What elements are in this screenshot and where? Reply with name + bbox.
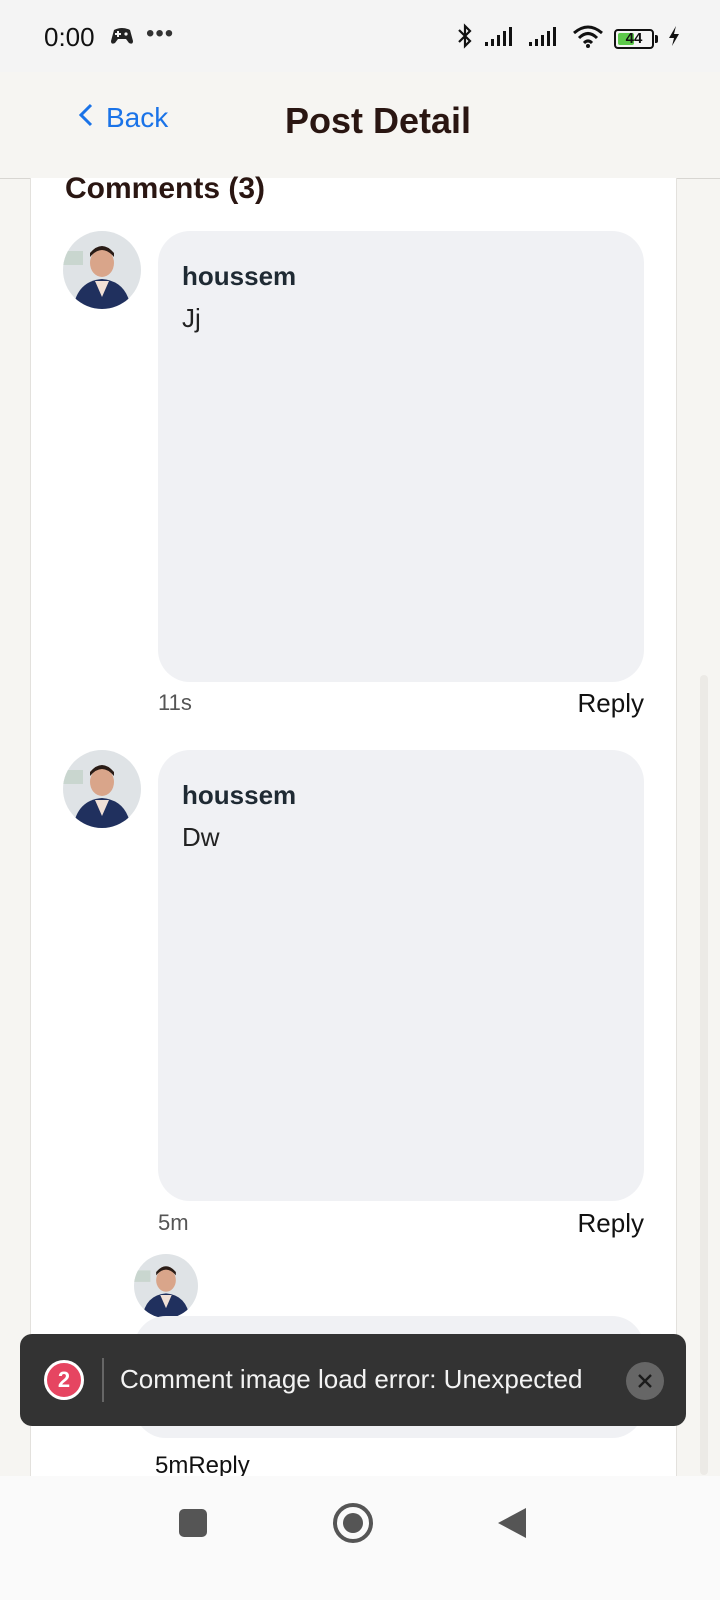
error-count-badge: 2 [44, 1360, 84, 1400]
signal-icon [528, 25, 562, 52]
scrollbar[interactable] [700, 675, 708, 1475]
comment-bubble: houssem Dw [158, 750, 644, 1201]
avatar[interactable] [134, 1254, 198, 1318]
toast-message: Comment image load error: Unexpected [120, 1364, 583, 1394]
nav-back-icon[interactable] [496, 1506, 528, 1545]
comment-text: Jj [182, 303, 201, 333]
more-notifications-indicator: ••• [146, 20, 175, 47]
reply-button[interactable]: Reply [578, 1208, 644, 1239]
battery-icon: 44 [614, 28, 654, 49]
game-controller-icon [110, 26, 134, 51]
comment-author[interactable]: houssem [182, 780, 296, 811]
comment-author[interactable]: houssem [182, 261, 296, 292]
wifi-icon [572, 24, 604, 53]
nav-square-icon[interactable] [178, 1508, 208, 1543]
comment-time: 5m [158, 1210, 189, 1235]
battery-nub [655, 34, 658, 43]
reply-button[interactable]: Reply [188, 1452, 249, 1479]
comments-heading: Comments (3) [65, 172, 266, 205]
divider [102, 1358, 104, 1402]
comment-time: 5m [155, 1452, 189, 1479]
page-title: Post Detail [284, 100, 472, 141]
signal-icon [484, 25, 518, 52]
status-bar: 0:00 ••• 44 [0, 0, 720, 72]
close-icon[interactable] [626, 1362, 664, 1400]
reply-button[interactable]: Reply [578, 688, 644, 719]
nav-home-icon[interactable] [332, 1502, 374, 1549]
bluetooth-icon [456, 22, 474, 55]
charging-icon [668, 25, 680, 52]
avatar[interactable] [63, 750, 141, 828]
avatar[interactable] [63, 231, 141, 309]
comment-time: 11s [158, 690, 192, 715]
error-toast[interactable]: 2 Comment image load error: Unexpected [20, 1334, 686, 1426]
app-header: Back Post Detail [0, 72, 720, 179]
status-time: 0:00 [44, 22, 95, 52]
comment-bubble: houssem Jj [158, 231, 644, 682]
comments-section: Comments (3) houssem Jj 11s Reply housse… [30, 172, 677, 1508]
battery-level: 44 [625, 30, 643, 47]
comment-text: Dw [182, 822, 220, 852]
status-icons: 44 [456, 22, 680, 55]
system-nav-bar [0, 1476, 720, 1600]
